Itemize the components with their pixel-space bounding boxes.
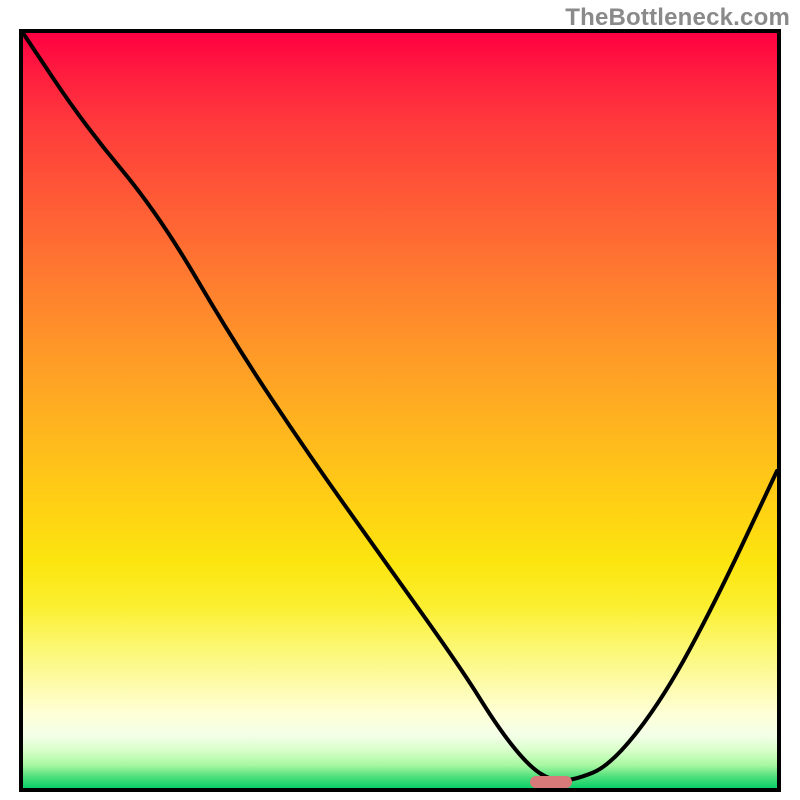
chart-container: TheBottleneck.com: [0, 0, 800, 800]
optimal-marker: [530, 776, 572, 788]
plot-area: [19, 29, 781, 792]
watermark-text: TheBottleneck.com: [565, 4, 790, 32]
curve-path: [23, 33, 777, 781]
bottleneck-curve: [23, 33, 777, 788]
